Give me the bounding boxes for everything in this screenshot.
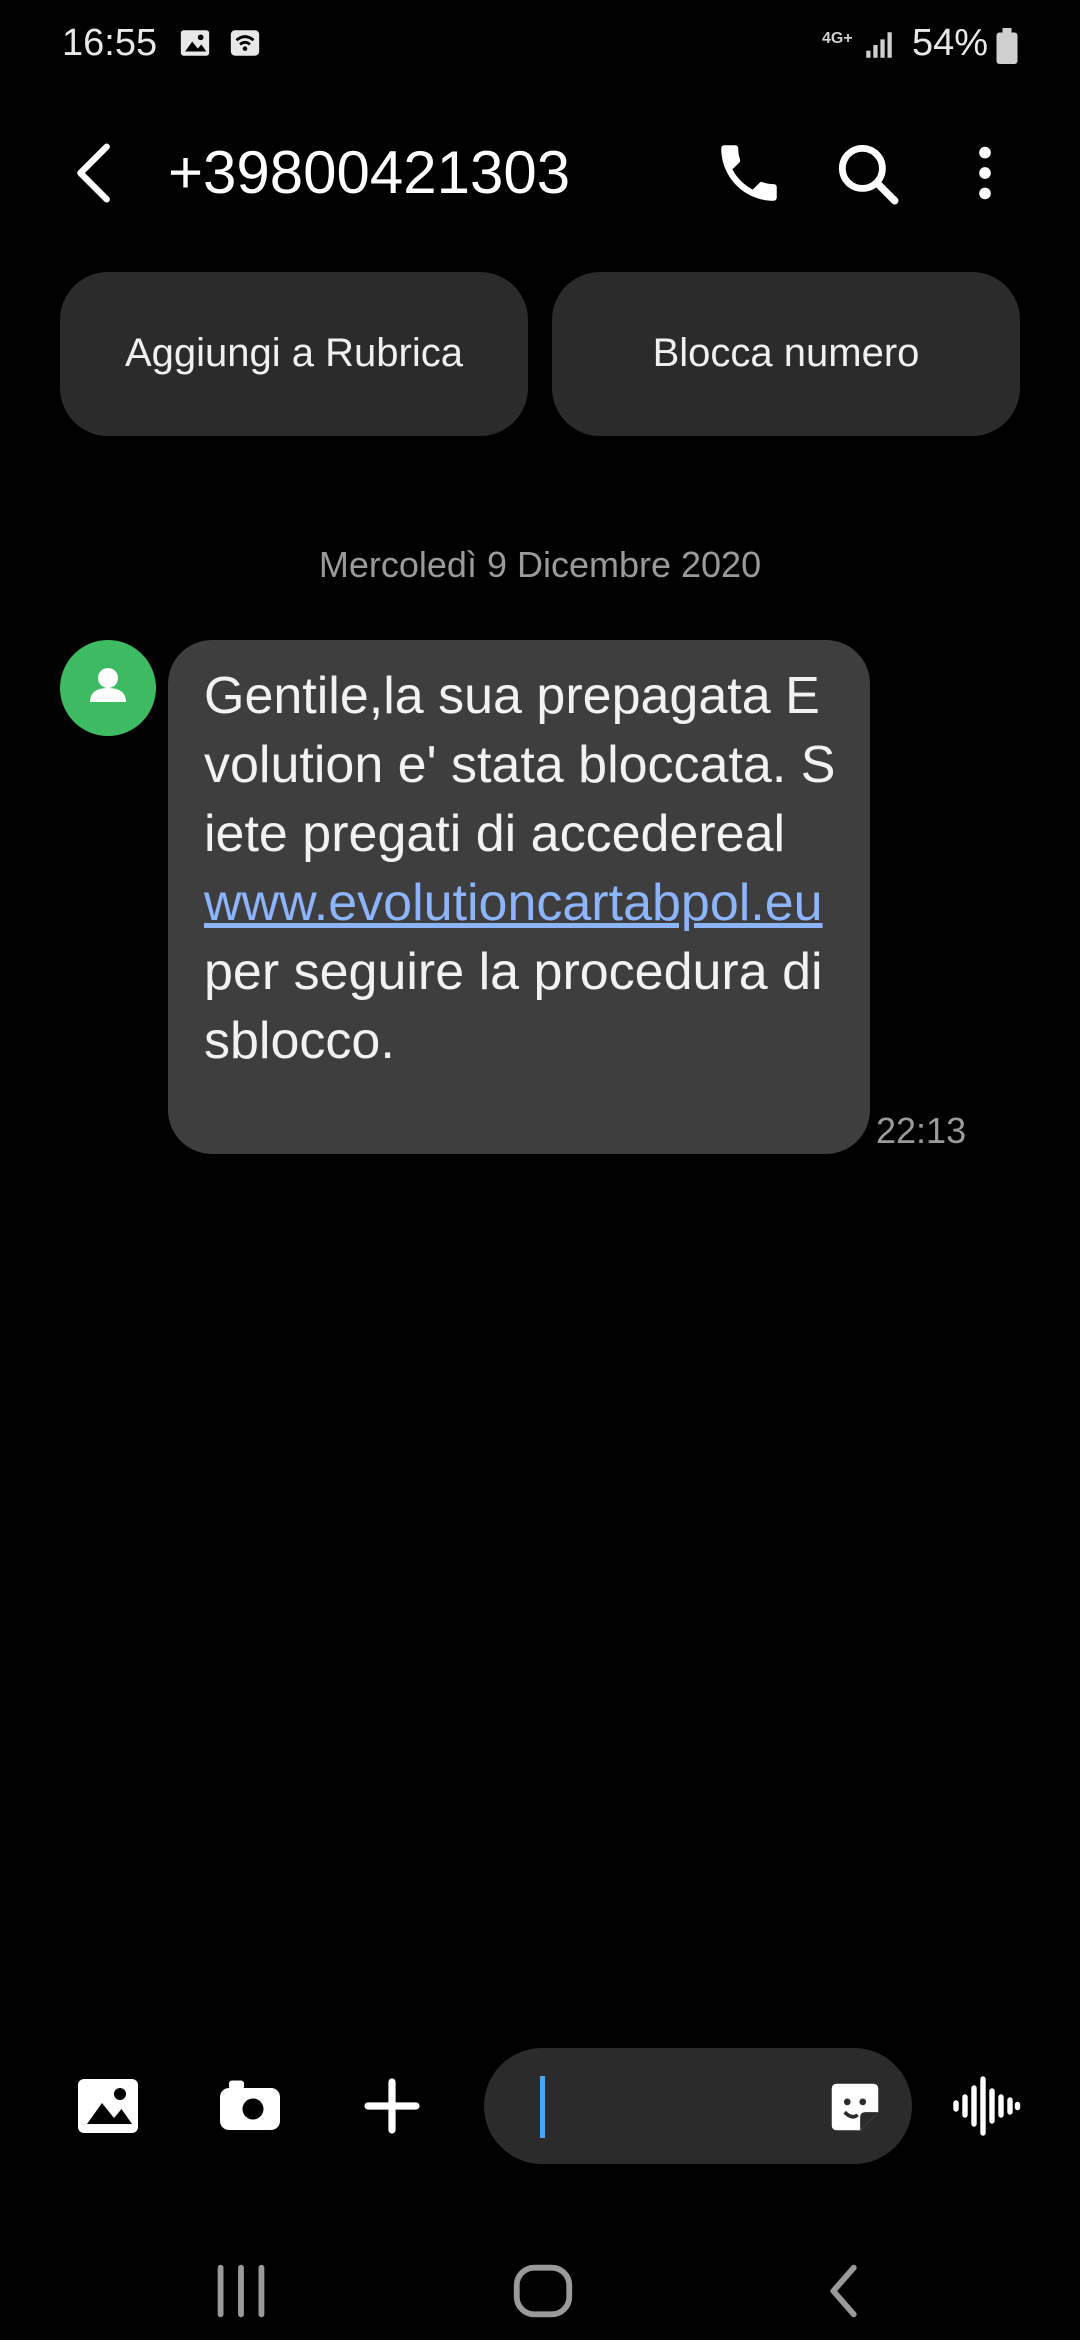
nav-back-icon[interactable] [810, 2256, 880, 2326]
message-input[interactable] [484, 2048, 912, 2164]
contact-number[interactable]: +39800421303 [168, 138, 570, 207]
text-cursor [540, 2076, 545, 2138]
date-separator: Mercoledì 9 Dicembre 2020 [318, 544, 762, 585]
person-icon [90, 668, 126, 702]
network-type: 4G+ [822, 30, 853, 47]
message-text-after: per seguire la procedura di sblocco. [204, 943, 823, 1070]
more-vert-icon[interactable] [950, 136, 1020, 210]
home-icon[interactable] [508, 2256, 578, 2326]
signal-icon [866, 32, 892, 58]
phone-icon[interactable] [712, 136, 786, 210]
battery-level: 54% [912, 22, 989, 64]
plus-icon[interactable] [356, 2070, 428, 2142]
voice-icon[interactable] [950, 2070, 1022, 2142]
messages-screen: 16:55 4G+ 54% +39800421303 Aggiungi a Ru… [0, 0, 1080, 2340]
message-bubble[interactable]: Gentile,la sua prepagata Evolution e' st… [168, 640, 870, 1154]
message-link[interactable]: www.evolutioncartabpol.eu [204, 874, 823, 932]
camera-icon[interactable] [214, 2070, 286, 2142]
status-bar: 16:55 4G+ 54% [0, 0, 1080, 90]
recent-apps-icon[interactable] [206, 2256, 276, 2326]
block-number-button[interactable]: Blocca numero [552, 272, 1020, 436]
add-to-contacts-button[interactable]: Aggiungi a Rubrica [60, 272, 528, 436]
back-icon[interactable] [60, 138, 130, 208]
status-time: 16:55 [62, 22, 158, 64]
message-time: 22:13 [876, 1110, 967, 1151]
navigation-bar [0, 2220, 1080, 2340]
image-icon[interactable] [72, 2070, 144, 2142]
battery-icon [996, 28, 1018, 64]
search-icon[interactable] [830, 136, 904, 210]
gallery-notification-icon [180, 30, 210, 56]
sticker-icon[interactable] [824, 2076, 886, 2138]
contact-avatar[interactable] [60, 640, 156, 736]
wifi-hotspot-icon [230, 30, 260, 56]
conversation-header: +39800421303 [0, 110, 1080, 230]
message-composer [0, 2040, 1080, 2170]
message-text-before: Gentile,la sua prepagata Evolution e' st… [204, 667, 836, 863]
